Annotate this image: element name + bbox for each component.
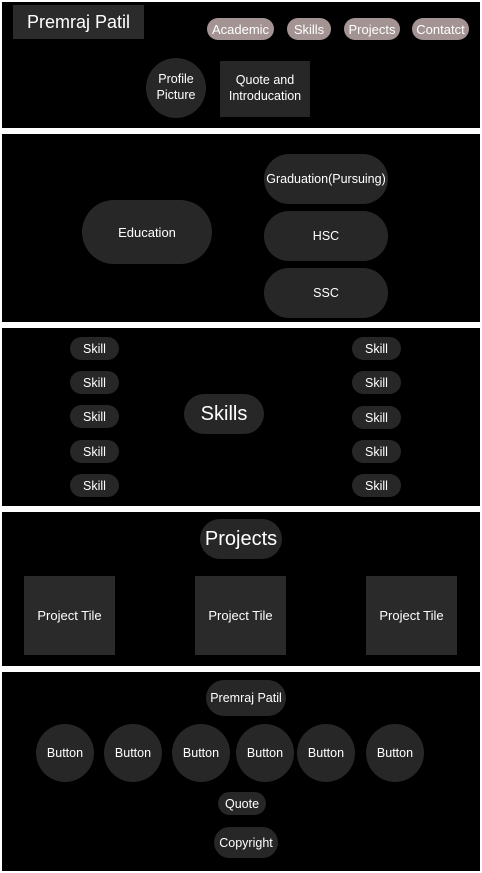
education-item-hsc[interactable]: HSC [264, 211, 388, 261]
nav-contact[interactable]: Contatct [412, 18, 469, 40]
footer-name: Premraj Patil [206, 680, 286, 716]
education-bubble[interactable]: Education [82, 200, 212, 264]
skill-chip-left-3[interactable]: Skill [70, 405, 119, 428]
skill-chip-right-5[interactable]: Skill [352, 474, 401, 497]
skill-chip-left-2[interactable]: Skill [70, 371, 119, 394]
education-item-ssc[interactable]: SSC [264, 268, 388, 318]
skill-chip-left-1[interactable]: Skill [70, 337, 119, 360]
footer-button-6[interactable]: Button [366, 724, 424, 782]
skills-title: Skills [184, 394, 264, 434]
skills-section: Skills Skill Skill Skill Skill Skill Ski… [2, 328, 480, 506]
skill-chip-right-3[interactable]: Skill [352, 406, 401, 429]
project-tile-1[interactable]: Project Tile [24, 576, 115, 655]
education-item-graduation[interactable]: Graduation(Pursuing) [264, 154, 388, 204]
skill-chip-left-4[interactable]: Skill [70, 440, 119, 463]
footer-button-2[interactable]: Button [104, 724, 162, 782]
skill-chip-right-2[interactable]: Skill [352, 371, 401, 394]
header-section: Premraj Patil Academic Skills Projects C… [2, 2, 480, 128]
academic-section: Education Graduation(Pursuing) HSC SSC [2, 134, 480, 322]
footer-quote: Quote [218, 792, 266, 815]
projects-section: Projects Project Tile Project Tile Proje… [2, 512, 480, 666]
brand-logo[interactable]: Premraj Patil [13, 5, 144, 39]
footer-copyright: Copyright [214, 827, 278, 858]
quote-intro: Quote and Introducation [220, 61, 310, 117]
nav-projects[interactable]: Projects [344, 18, 400, 40]
skill-chip-right-1[interactable]: Skill [352, 337, 401, 360]
projects-title: Projects [200, 519, 282, 559]
skill-chip-right-4[interactable]: Skill [352, 440, 401, 463]
footer-section: Premraj Patil Button Button Button Butto… [2, 672, 480, 871]
footer-button-5[interactable]: Button [297, 724, 355, 782]
project-tile-2[interactable]: Project Tile [195, 576, 286, 655]
nav-skills[interactable]: Skills [287, 18, 331, 40]
project-tile-3[interactable]: Project Tile [366, 576, 457, 655]
nav-academic[interactable]: Academic [207, 18, 274, 40]
footer-button-1[interactable]: Button [36, 724, 94, 782]
footer-button-4[interactable]: Button [236, 724, 294, 782]
footer-button-3[interactable]: Button [172, 724, 230, 782]
skill-chip-left-5[interactable]: Skill [70, 474, 119, 497]
profile-picture: Profile Picture [146, 58, 206, 118]
